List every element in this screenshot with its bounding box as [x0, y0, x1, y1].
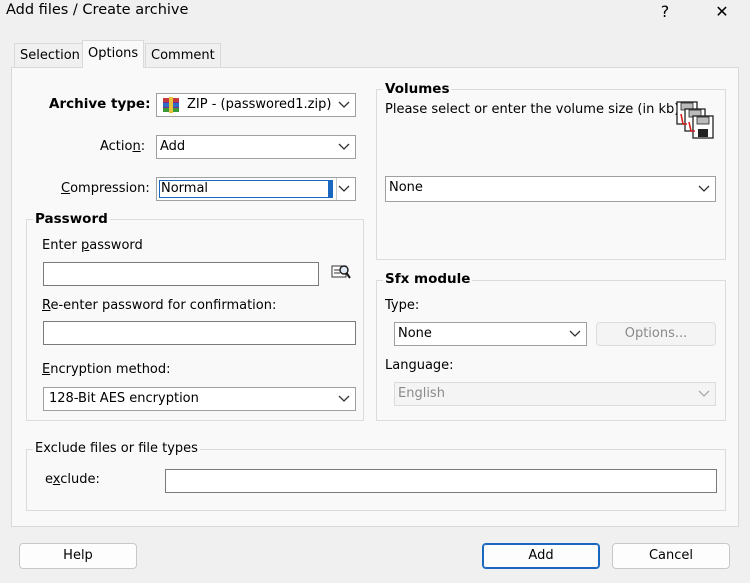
exclude-input[interactable]: [165, 469, 717, 493]
sfx-language-value: English: [398, 386, 445, 401]
chevron-down-icon: [338, 185, 350, 192]
archive-type-combo[interactable]: ZIP - (passwored1.zip): [156, 93, 356, 117]
sfx-language-label: Language:: [385, 358, 454, 373]
action-label: Action:: [100, 139, 146, 154]
cancel-button[interactable]: Cancel: [612, 543, 730, 569]
compression-combo[interactable]: Normal: [156, 177, 356, 201]
tab-comment[interactable]: Comment: [145, 43, 221, 67]
text-caret: [328, 181, 332, 197]
tab-selection[interactable]: Selection: [14, 43, 86, 67]
reenter-password-input[interactable]: [43, 321, 356, 345]
reenter-password-label: Re-enter password for confirmation:: [42, 298, 277, 313]
chevron-down-icon: [698, 390, 710, 397]
sfx-type-value: None: [398, 326, 432, 341]
archive-type-label: Archive type:: [49, 96, 151, 112]
chevron-down-icon: [338, 101, 350, 108]
encryption-method-combo[interactable]: 128-Bit AES encryption: [43, 387, 356, 411]
compression-value: Normal: [161, 181, 209, 196]
volumes-icon: [673, 100, 717, 140]
sfx-group-label: Sfx module: [383, 271, 473, 287]
password-group-label: Password: [33, 211, 110, 227]
action-combo[interactable]: Add: [156, 135, 356, 159]
close-icon[interactable]: ✕: [700, 0, 744, 24]
archive-type-value: ZIP - (passwored1.zip): [187, 97, 332, 112]
sfx-type-combo[interactable]: None: [394, 322, 587, 346]
add-button[interactable]: Add: [482, 543, 600, 569]
chevron-down-icon: [569, 330, 581, 337]
chevron-down-icon: [338, 395, 350, 402]
encryption-method-value: 128-Bit AES encryption: [49, 391, 199, 406]
sfx-language-combo[interactable]: English: [394, 382, 716, 406]
window-title: Add files / Create archive: [6, 2, 189, 18]
help-button[interactable]: Help: [19, 543, 137, 569]
chevron-down-icon: [698, 185, 710, 192]
tab-options[interactable]: Options: [82, 40, 145, 68]
exclude-label: exclude:: [45, 472, 100, 487]
winrar-icon: [162, 97, 180, 113]
enter-password-label: Enter password: [42, 238, 143, 253]
volumes-hint: Please select or enter the volume size (…: [385, 102, 680, 117]
title-bar: Add files / Create archive ? ✕: [0, 0, 750, 30]
volumes-group-label: Volumes: [383, 81, 452, 97]
chevron-down-icon: [338, 143, 350, 150]
sfx-options-button[interactable]: Options...: [596, 322, 716, 346]
volume-size-value: None: [389, 180, 423, 195]
help-icon[interactable]: ?: [643, 0, 687, 24]
compression-label: Compression:: [61, 181, 150, 196]
sfx-type-label: Type:: [385, 298, 420, 313]
action-value: Add: [160, 139, 186, 154]
exclude-group-label: Exclude files or file types: [33, 441, 200, 456]
password-input[interactable]: [43, 262, 319, 286]
encryption-method-label: Encryption method:: [42, 362, 171, 377]
compression-focus-box: Normal: [159, 180, 333, 198]
volume-size-combo[interactable]: None: [385, 176, 716, 202]
show-password-icon[interactable]: [330, 262, 352, 282]
